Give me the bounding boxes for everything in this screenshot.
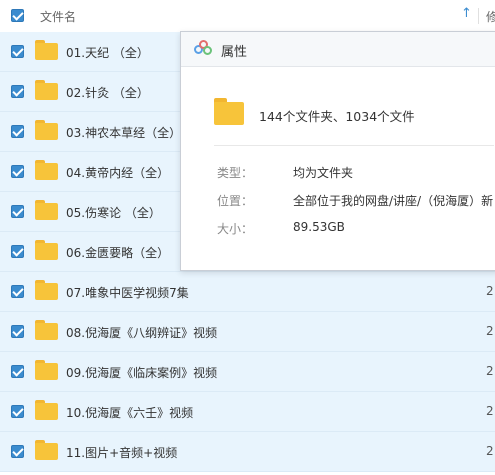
folder-icon bbox=[35, 240, 58, 260]
folder-icon bbox=[35, 400, 58, 420]
file-row[interactable]: 09.倪海厦《临床案例》视频 2 bbox=[0, 352, 495, 392]
baidu-cloud-logo-icon bbox=[194, 40, 212, 56]
file-date: 2 bbox=[486, 364, 494, 378]
size-value: 89.53GB bbox=[293, 220, 345, 234]
type-value: 均为文件夹 bbox=[293, 166, 354, 180]
folder-icon bbox=[35, 120, 58, 140]
dialog-title: 属性 bbox=[221, 45, 248, 60]
file-row[interactable]: 11.图片+音频+视频 2 bbox=[0, 432, 495, 472]
file-name[interactable]: 04.黄帝内经（全） bbox=[66, 164, 169, 181]
select-all-checkbox[interactable] bbox=[11, 9, 24, 22]
file-date: 2 bbox=[486, 444, 494, 458]
folder-icon bbox=[35, 440, 58, 460]
row-checkbox[interactable] bbox=[11, 245, 24, 258]
row-checkbox[interactable] bbox=[11, 205, 24, 218]
file-name[interactable]: 10.倪海厦《六壬》视频 bbox=[66, 404, 193, 421]
folder-icon bbox=[35, 80, 58, 100]
file-name[interactable]: 11.图片+音频+视频 bbox=[66, 444, 177, 461]
column-divider[interactable] bbox=[478, 8, 479, 24]
row-checkbox[interactable] bbox=[11, 45, 24, 58]
type-label: 类型： bbox=[217, 166, 254, 180]
row-checkbox[interactable] bbox=[11, 165, 24, 178]
row-checkbox[interactable] bbox=[11, 365, 24, 378]
divider bbox=[214, 145, 494, 146]
folder-icon bbox=[35, 320, 58, 340]
folder-icon bbox=[35, 160, 58, 180]
location-label: 位置： bbox=[217, 194, 254, 208]
file-name[interactable]: 05.伤寒论 （全） bbox=[66, 204, 161, 221]
row-checkbox[interactable] bbox=[11, 85, 24, 98]
file-date: 2 bbox=[486, 284, 494, 298]
column-header-filename[interactable]: 文件名 bbox=[40, 8, 76, 25]
size-label: 大小： bbox=[217, 222, 254, 236]
location-value: 全部位于我的网盘/讲座/（倪海厦）新 bbox=[293, 194, 494, 208]
folder-icon bbox=[35, 360, 58, 380]
file-date: 2 bbox=[486, 324, 494, 338]
sort-ascending-icon[interactable]: ↑ bbox=[461, 6, 472, 21]
row-checkbox[interactable] bbox=[11, 285, 24, 298]
file-row[interactable]: 08.倪海厦《八纲辨证》视频 2 bbox=[0, 312, 495, 352]
column-header-modified[interactable]: 修 bbox=[486, 8, 495, 25]
folder-icon bbox=[35, 280, 58, 300]
row-checkbox[interactable] bbox=[11, 125, 24, 138]
file-name[interactable]: 09.倪海厦《临床案例》视频 bbox=[66, 364, 217, 381]
file-name[interactable]: 03.神农本草经（全） bbox=[66, 124, 181, 141]
file-name[interactable]: 02.针灸 （全） bbox=[66, 84, 149, 101]
folder-icon bbox=[214, 98, 244, 125]
file-row[interactable]: 10.倪海厦《六壬》视频 2 bbox=[0, 392, 495, 432]
file-row[interactable]: 07.唯象中医学视频7集 2 bbox=[0, 272, 495, 312]
properties-dialog: 属性 144个文件夹、1034个文件 类型： 均为文件夹 位置： 全部位于我的网… bbox=[180, 31, 495, 271]
row-checkbox[interactable] bbox=[11, 405, 24, 418]
dialog-title-bar[interactable]: 属性 bbox=[181, 32, 495, 67]
file-date: 2 bbox=[486, 404, 494, 418]
selection-summary: 144个文件夹、1034个文件 bbox=[259, 109, 415, 124]
file-list-header: 文件名 ↑ 修 bbox=[0, 0, 495, 33]
row-checkbox[interactable] bbox=[11, 325, 24, 338]
file-name[interactable]: 07.唯象中医学视频7集 bbox=[66, 284, 189, 301]
folder-icon bbox=[35, 40, 58, 60]
folder-icon bbox=[35, 200, 58, 220]
file-name[interactable]: 08.倪海厦《八纲辨证》视频 bbox=[66, 324, 217, 341]
file-name[interactable]: 01.天纪 （全） bbox=[66, 44, 149, 61]
file-name[interactable]: 06.金匮要略（全） bbox=[66, 244, 169, 261]
row-checkbox[interactable] bbox=[11, 445, 24, 458]
